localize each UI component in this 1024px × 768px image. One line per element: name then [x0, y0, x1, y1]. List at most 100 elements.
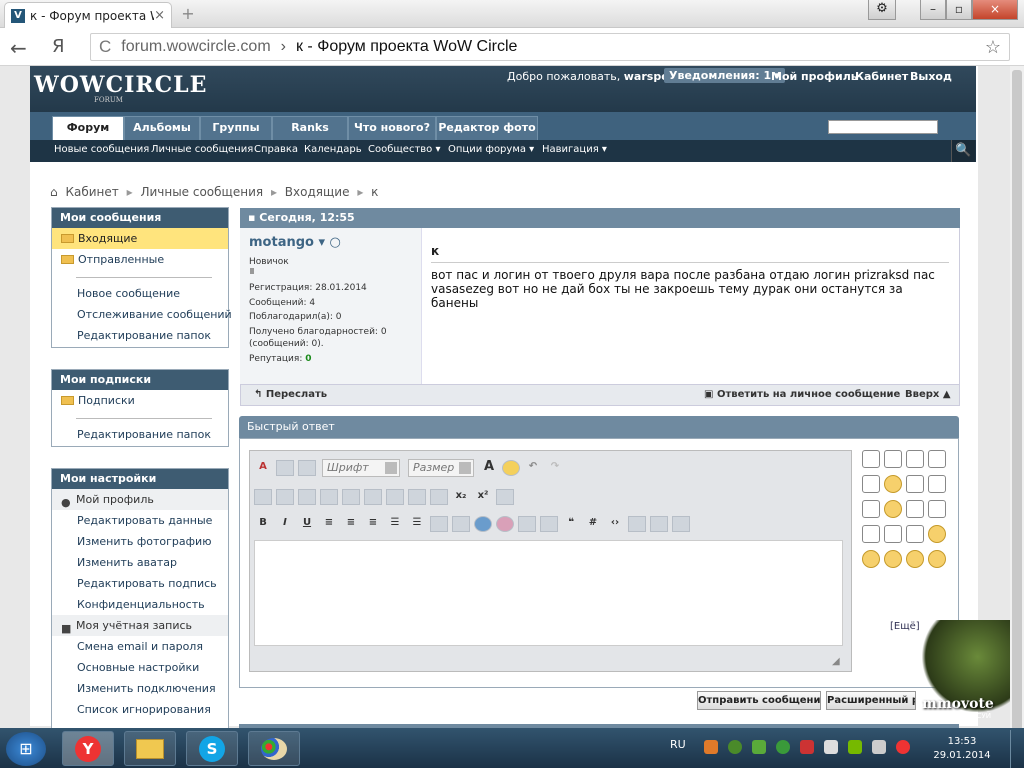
maximize-button[interactable]: ▫ [946, 0, 972, 20]
sidebar-item-privacy[interactable]: Конфиденциальность [52, 594, 228, 615]
new-tab-button[interactable]: + [178, 5, 198, 23]
tray-torrent-icon[interactable] [776, 740, 790, 754]
smiley-icon[interactable] [884, 550, 902, 568]
smiley-icon[interactable] [862, 525, 880, 543]
sidebar-item-new-message[interactable]: Новое сообщение [52, 283, 228, 304]
subnav-community[interactable]: Сообщество ▾ [368, 144, 441, 155]
outdent-icon[interactable] [430, 516, 448, 532]
tab-close-icon[interactable]: × [154, 8, 165, 23]
smiley-icon[interactable] [884, 475, 902, 493]
undo-icon[interactable]: ↶ [524, 460, 542, 476]
message-textarea[interactable] [254, 540, 843, 646]
post-author[interactable]: motango ▾ ○ [249, 235, 341, 250]
image-icon[interactable] [518, 516, 536, 532]
quote-icon[interactable]: ❝ [562, 516, 580, 532]
send-message-button[interactable]: Отправить сообщение [697, 691, 821, 710]
font-select[interactable]: Шрифт [322, 459, 400, 477]
delete-col-icon[interactable] [408, 489, 426, 505]
notifications-button[interactable]: Уведомления: 1 ▾ [664, 68, 786, 83]
sidebar-item-change-avatar[interactable]: Изменить аватар [52, 552, 228, 573]
my-profile-link[interactable]: Мой профиль [771, 70, 858, 83]
settings-gear-icon[interactable]: ⚙ [868, 0, 896, 20]
table-icon[interactable] [254, 489, 272, 505]
search-input[interactable] [828, 120, 938, 134]
underline-icon[interactable]: U [298, 516, 316, 532]
sidebar-item-basic-settings[interactable]: Основные настройки [52, 657, 228, 678]
minimize-button[interactable]: – [920, 0, 946, 20]
yandex-icon[interactable]: Я [52, 36, 65, 57]
yandex-browser-taskbar-icon[interactable]: Y [62, 731, 114, 766]
smiley-icon[interactable] [906, 475, 924, 493]
sidebar-item-edit-folders[interactable]: Редактирование папок [52, 325, 228, 346]
superscript-icon[interactable]: x² [474, 489, 492, 505]
smiley-icon[interactable] [862, 550, 880, 568]
language-indicator[interactable]: RU [670, 738, 686, 751]
advanced-mode-button[interactable]: Расширенный режим [826, 691, 916, 710]
taskbar-clock[interactable]: 13:53 29.01.2014 [930, 735, 994, 763]
subscript-icon[interactable]: x₂ [452, 489, 470, 505]
smiley-icon[interactable] [906, 450, 924, 468]
insert-col-icon[interactable] [386, 489, 404, 505]
size-select[interactable]: Размер [408, 459, 474, 477]
align-center-icon[interactable]: ≡ [342, 516, 360, 532]
unlink-icon[interactable] [496, 516, 514, 532]
address-bar[interactable]: C forum.wowcircle.com › к - Форум проект… [90, 33, 1010, 61]
subnav-help[interactable]: Справка [254, 144, 298, 155]
paste-icon[interactable] [298, 460, 316, 476]
show-desktop-button[interactable] [1010, 730, 1024, 768]
smiley-icon[interactable] [862, 500, 880, 518]
sidebar-item-sent[interactable]: Отправленные [52, 249, 228, 270]
video-icon[interactable] [540, 516, 558, 532]
explorer-taskbar-icon[interactable] [124, 731, 176, 766]
logout-link[interactable]: Выход [910, 70, 952, 83]
sidebar-item-change-photo[interactable]: Изменить фотографию [52, 531, 228, 552]
smiley-icon[interactable] [928, 550, 946, 568]
smiley-icon[interactable] [928, 525, 946, 543]
tab-groups[interactable]: Группы [200, 116, 272, 140]
home-icon[interactable]: ⌂ [50, 185, 58, 199]
breadcrumb-pm[interactable]: Личные сообщения [140, 185, 263, 199]
volume-muted-icon[interactable] [824, 740, 838, 754]
tab-ranks[interactable]: Ranks [272, 116, 348, 140]
start-button[interactable]: ⊞ [6, 732, 46, 766]
tray-app-icon[interactable] [800, 740, 814, 754]
forward-button[interactable]: ↰ Переслать [254, 389, 327, 400]
tab-forum[interactable]: Форум [52, 116, 124, 140]
smiley-icon[interactable] [928, 450, 946, 468]
table-col-icon[interactable] [298, 489, 316, 505]
smiley-icon[interactable] [862, 475, 880, 493]
tab-whats-new[interactable]: Что нового? [348, 116, 436, 140]
smiley-icon[interactable] [884, 450, 902, 468]
reply-pm-button[interactable]: ▣ Ответить на личное сообщение [704, 389, 900, 400]
indent-icon[interactable] [452, 516, 470, 532]
tray-app-icon[interactable] [752, 740, 766, 754]
breadcrumb-cabinet[interactable]: Кабинет [65, 185, 118, 199]
network-icon[interactable] [872, 740, 886, 754]
link-icon[interactable] [474, 516, 492, 532]
resize-grip-icon[interactable]: ◢ [832, 656, 840, 667]
bold-icon[interactable]: B [254, 516, 272, 532]
split-icon[interactable] [430, 489, 448, 505]
align-right-icon[interactable]: ≡ [364, 516, 382, 532]
subnav-calendar[interactable]: Календарь [304, 144, 362, 155]
nvidia-icon[interactable] [848, 740, 862, 754]
smiley-icon[interactable] [906, 525, 924, 543]
search-icon[interactable]: 🔍 [951, 140, 975, 162]
sidebar-item-edit-signature[interactable]: Редактировать подпись [52, 573, 228, 594]
sidebar-item-change-email[interactable]: Смена email и пароля [52, 636, 228, 657]
php-icon[interactable] [628, 516, 646, 532]
redo-icon[interactable]: ↷ [546, 460, 564, 476]
smiley-icon[interactable] [502, 460, 520, 476]
tab-albums[interactable]: Альбомы [124, 116, 200, 140]
sidebar-item-connections[interactable]: Изменить подключения [52, 678, 228, 699]
subnav-private-messages[interactable]: Личные сообщения [151, 144, 253, 155]
cabinet-link[interactable]: Кабинет [855, 70, 908, 83]
resize-icon[interactable] [672, 516, 690, 532]
tray-app-icon[interactable] [728, 740, 742, 754]
subnav-new-posts[interactable]: Новые сообщения [54, 144, 149, 155]
smiley-icon[interactable] [884, 500, 902, 518]
more-smilies-link[interactable]: [Ещё] [890, 621, 920, 632]
ordered-list-icon[interactable]: ☰ [386, 516, 404, 532]
bookmark-star-icon[interactable]: ☆ [985, 37, 1001, 58]
reload-icon[interactable]: C [99, 37, 111, 57]
